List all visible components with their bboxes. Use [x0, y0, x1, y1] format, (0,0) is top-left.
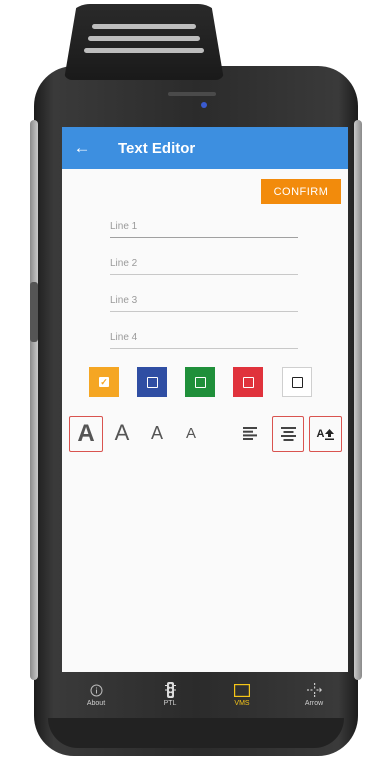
- align-left-icon: [243, 426, 257, 440]
- app-screen: ← Text Editor CONFIRM ✓ A A A A: [62, 127, 348, 672]
- info-icon: [90, 682, 103, 698]
- nav-item-about[interactable]: About: [70, 672, 122, 717]
- device-top-speaker-housing: [64, 4, 224, 80]
- line-1-input[interactable]: [110, 215, 298, 237]
- color-swatch-green[interactable]: [185, 367, 215, 397]
- line-3-field[interactable]: [110, 289, 298, 312]
- align-left-button[interactable]: [237, 416, 263, 450]
- speaker-grille-line: [84, 48, 204, 53]
- line-2-input[interactable]: [110, 252, 298, 274]
- nav-label-ptl: PTL: [163, 700, 177, 707]
- side-button: [30, 282, 38, 342]
- app-bar: ← Text Editor: [62, 127, 348, 169]
- speaker-grille-line: [88, 36, 200, 41]
- ptl-icon: [164, 682, 176, 698]
- line-4-field[interactable]: [110, 326, 298, 349]
- line-1-field[interactable]: [110, 215, 298, 238]
- back-arrow-icon[interactable]: ←: [64, 127, 100, 169]
- device-edge-right: [354, 120, 362, 680]
- bottom-navigation: About PTL VMS Arrow: [62, 672, 348, 717]
- color-swatch-blue[interactable]: [137, 367, 167, 397]
- checkbox-empty-icon: [242, 376, 254, 388]
- page-title: Text Editor: [118, 139, 196, 157]
- font-up-letter: A: [316, 428, 325, 440]
- color-swatch-red[interactable]: [233, 367, 263, 397]
- nav-item-vms[interactable]: VMS: [216, 672, 268, 717]
- speaker-grille-line: [92, 24, 196, 29]
- font-size-small-button[interactable]: A: [180, 416, 202, 450]
- font-size-up-button[interactable]: A: [309, 416, 342, 452]
- nav-item-arrow[interactable]: Arrow: [288, 672, 340, 717]
- checkmark-icon: ✓: [99, 376, 109, 387]
- vms-icon: [234, 682, 250, 698]
- nav-label-vms: VMS: [234, 700, 250, 707]
- line-3-input[interactable]: [110, 289, 298, 311]
- font-size-medium-button[interactable]: A: [145, 416, 169, 450]
- nav-label-about: About: [86, 700, 106, 707]
- line-4-input[interactable]: [110, 326, 298, 348]
- color-swatch-orange[interactable]: ✓: [89, 367, 119, 397]
- line-2-field[interactable]: [110, 252, 298, 275]
- font-size-xlarge-button[interactable]: A: [69, 416, 103, 452]
- earpiece: [168, 92, 216, 96]
- device-bottom-bezel: [48, 718, 344, 748]
- nav-item-ptl[interactable]: PTL: [144, 672, 196, 717]
- font-size-up-icon: [325, 428, 335, 440]
- confirm-button[interactable]: CONFIRM: [261, 179, 341, 204]
- color-swatch-white[interactable]: [282, 367, 312, 397]
- nav-label-arrow: Arrow: [304, 700, 324, 707]
- arrow-icon: [306, 682, 322, 698]
- checkbox-empty-icon: [291, 376, 303, 388]
- checkbox-empty-icon: [146, 376, 158, 388]
- align-center-button[interactable]: [272, 416, 304, 452]
- align-center-icon: [280, 427, 296, 441]
- front-camera: [201, 102, 207, 108]
- checkbox-empty-icon: [194, 376, 206, 388]
- font-size-large-button[interactable]: A: [109, 416, 135, 450]
- device-edge-left: [30, 120, 38, 680]
